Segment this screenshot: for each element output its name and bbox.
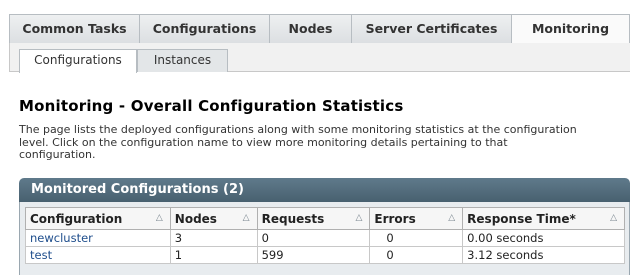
sort-ascending-icon[interactable]: △ [355, 213, 362, 223]
requests-cell: 599 [256, 246, 371, 264]
sub-tab-bar: Configurations Instances [9, 43, 630, 73]
page-help-text: The page lists the deployed configuratio… [19, 123, 630, 162]
errors-cell: 0 [369, 246, 464, 264]
column-label: Nodes [174, 211, 217, 226]
column-label: Errors [374, 211, 416, 226]
help-line: configuration. [19, 148, 96, 161]
column-label: Requests [261, 211, 325, 226]
sort-ascending-icon[interactable]: △ [448, 213, 455, 223]
tab-nodes[interactable]: Nodes [270, 15, 352, 43]
page-title: Monitoring - Overall Configuration Stati… [19, 97, 404, 115]
column-label: Configuration [30, 211, 123, 226]
configuration-cell[interactable]: test [25, 246, 171, 264]
subtab-configurations[interactable]: Configurations [19, 49, 137, 73]
sort-ascending-icon[interactable]: △ [610, 213, 617, 223]
response-time-cell: 0.00 seconds [462, 229, 625, 247]
configuration-link[interactable]: test [30, 248, 52, 262]
tab-common-tasks[interactable]: Common Tasks [10, 15, 140, 43]
help-line: level. Click on the configuration name t… [19, 135, 508, 149]
column-header-response-time[interactable]: Response Time* △ [462, 207, 625, 230]
monitored-configurations-panel: Monitored Configurations (2) Configurati… [19, 178, 630, 275]
sort-ascending-icon[interactable]: △ [243, 213, 250, 223]
column-header-requests[interactable]: Requests △ [256, 207, 371, 230]
configuration-link[interactable]: newcluster [30, 231, 93, 245]
errors-cell: 0 [369, 229, 464, 247]
requests-cell: 0 [256, 229, 371, 247]
configurations-table: Configuration △ Nodes △ Requests △ Errors △ … [25, 207, 625, 264]
nodes-cell: 3 [169, 229, 258, 247]
configuration-cell[interactable]: newcluster [25, 229, 171, 247]
table-row: test 1 599 0 3.12 seconds [25, 246, 625, 264]
table-header-row: Configuration △ Nodes △ Requests △ Errors △ … [25, 207, 625, 230]
response-time-cell: 3.12 seconds [462, 246, 625, 264]
panel-title: Monitored Configurations (2) [19, 178, 630, 202]
nodes-cell: 1 [169, 246, 258, 264]
column-label: Response Time* [467, 211, 576, 226]
subtab-instances[interactable]: Instances [137, 49, 228, 72]
panel-body: Configuration △ Nodes △ Requests △ Errors △ … [19, 202, 630, 275]
tab-configurations[interactable]: Configurations [140, 15, 270, 43]
table-row: newcluster 3 0 0 0.00 seconds [25, 229, 625, 247]
main-tab-bar: Common Tasks Configurations Nodes Server… [9, 14, 630, 45]
column-header-nodes[interactable]: Nodes △ [169, 207, 258, 230]
sort-ascending-icon[interactable]: △ [156, 213, 163, 223]
tab-server-certificates[interactable]: Server Certificates [352, 15, 512, 43]
help-line: The page lists the deployed configuratio… [19, 123, 577, 136]
column-header-errors[interactable]: Errors △ [369, 207, 464, 230]
column-header-configuration[interactable]: Configuration △ [25, 207, 171, 230]
tab-monitoring[interactable]: Monitoring [512, 15, 630, 45]
